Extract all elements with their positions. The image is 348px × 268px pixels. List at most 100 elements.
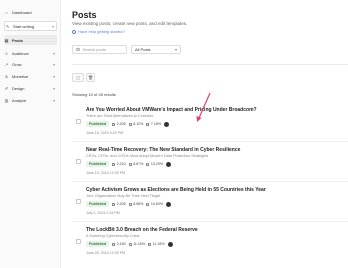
trend-up-icon: ↗ — [4, 61, 9, 67]
row-checkbox[interactable] — [76, 119, 81, 124]
post-stats: Published 2,210 8.87% 13.29% — [86, 161, 172, 167]
post-stats: Published 2,205 8.12% 7.18% — [86, 121, 170, 127]
post-filter-select[interactable]: All Posts ▾ — [131, 45, 181, 54]
recipients-stat: 2,205 — [112, 122, 126, 126]
help-link-label: Have help getting started? — [78, 29, 125, 34]
recipients-stat: 2,205 — [112, 202, 126, 206]
pencil-icon: ✎ — [5, 23, 10, 29]
users-icon — [112, 122, 116, 126]
users-icon — [112, 242, 116, 246]
post-row[interactable]: Near Real-Time Recovery: The New Standar… — [72, 147, 348, 183]
help-link[interactable]: Have help getting started? — [72, 29, 125, 34]
chevron-down-icon: ▾ — [174, 47, 177, 52]
brush-icon: ✐ — [4, 85, 9, 91]
sidebar-item-label: Posts — [12, 37, 23, 43]
post-row[interactable]: Cyber Activism Grows as Elections are Be… — [72, 187, 348, 223]
money-icon: $ — [5, 73, 8, 79]
filter-value: All Posts — [135, 47, 151, 52]
recipients-value: 2,210 — [116, 162, 126, 166]
post-row[interactable]: Are You Worried About VMWare's Impact an… — [72, 107, 348, 143]
click-rate-value: 7.18% — [150, 122, 162, 126]
post-subtitle: Your Organization May Be Their Next Targ… — [86, 194, 161, 198]
status-badge: Published — [86, 201, 110, 207]
chevron-down-icon: ▾ — [52, 73, 55, 79]
post-subtitle: There are Solid Alternatives to Consider — [86, 114, 154, 118]
open-rate-stat: 8.87% — [128, 162, 144, 166]
sidebar-item-audience[interactable]: ☺ Audience ▾ — [4, 48, 57, 58]
mail-open-icon — [128, 162, 132, 166]
click-rate-value: 13.29% — [150, 162, 164, 166]
checkbox-icon: ▢ — [76, 75, 80, 80]
sidebar-item-design[interactable]: ✐ Design ▾ — [4, 83, 57, 93]
divider — [72, 64, 348, 65]
recipients-stat: 2,160 — [112, 242, 126, 246]
help-icon — [72, 29, 76, 34]
status-badge: Published — [86, 121, 110, 127]
post-row[interactable]: The LockBit 3.0 Breach on the Federal Re… — [72, 227, 348, 263]
trash-icon: 🗑 — [87, 75, 94, 80]
author-avatar — [166, 201, 172, 207]
post-stats: Published 2,205 8.98% 10.63% — [86, 201, 172, 207]
mail-open-icon — [128, 242, 132, 246]
author-avatar — [167, 241, 173, 247]
posts-icon: ▤ — [4, 37, 9, 43]
open-rate-stat: 11.16% — [128, 242, 145, 246]
click-rate-value: 10.63% — [150, 202, 164, 206]
start-writing-label: Start writing — [13, 23, 35, 29]
sidebar-item-label: Audience — [12, 50, 29, 56]
sidebar-item-label: Analyze — [12, 97, 27, 103]
post-date: July 2, 2024 2:34 PM — [86, 211, 120, 215]
sidebar-item-posts[interactable]: ▤ Posts — [4, 35, 57, 45]
open-rate-value: 8.12% — [133, 122, 144, 126]
cursor-icon — [146, 162, 150, 166]
recipients-stat: 2,210 — [112, 162, 126, 166]
row-checkbox[interactable] — [76, 239, 81, 244]
post-title[interactable]: Are You Worried About VMWare's Impact an… — [86, 107, 257, 113]
click-rate-stat: 11.16% — [148, 242, 165, 246]
post-date: June 19, 2024 12:00 PM — [86, 171, 126, 175]
post-subtitle: A Sobering Cybersecurity Crisis — [86, 234, 140, 238]
users-icon: ☺ — [4, 50, 9, 56]
sidebar: ⌂ Dashboard ✎ Start writing ▾ ▤ Posts ☺ … — [0, 0, 61, 268]
open-rate-stat: 8.12% — [128, 122, 144, 126]
sidebar-item-analyze[interactable]: ▥ Analyze ▾ — [4, 95, 57, 105]
mail-open-icon — [128, 122, 132, 126]
row-checkbox[interactable] — [76, 199, 81, 204]
page-subtitle: View existing posts, create new posts, a… — [72, 21, 188, 26]
dashboard-label: Dashboard — [12, 9, 32, 15]
click-rate-stat: 7.18% — [146, 122, 161, 126]
search-icon — [76, 47, 80, 52]
sidebar-dashboard[interactable]: ⌂ Dashboard — [4, 7, 57, 17]
chevron-down-icon: ▾ — [52, 85, 55, 91]
author-avatar — [166, 161, 172, 167]
post-title[interactable]: Near Real-Time Recovery: The New Standar… — [86, 147, 240, 153]
post-title[interactable]: Cyber Activism Grows as Elections are Be… — [86, 187, 266, 193]
recipients-value: 2,205 — [116, 122, 126, 126]
start-writing-button[interactable]: ✎ Start writing ▾ — [4, 21, 57, 31]
sidebar-item-grow[interactable]: ↗ Grow ▾ — [4, 59, 57, 69]
post-title[interactable]: The LockBit 3.0 Breach on the Federal Re… — [86, 227, 198, 233]
select-all-button[interactable]: ▢ — [72, 73, 84, 82]
chart-icon: ▥ — [4, 97, 9, 103]
cursor-icon — [146, 122, 150, 126]
click-rate-stat: 13.29% — [146, 162, 163, 166]
click-rate-stat: 10.63% — [146, 202, 163, 206]
row-divider — [72, 221, 348, 222]
cursor-icon — [148, 242, 152, 246]
row-divider — [72, 141, 348, 142]
sidebar-item-monetize[interactable]: $ Monetize ▾ — [4, 71, 57, 81]
row-checkbox[interactable] — [76, 159, 81, 164]
search-input[interactable]: Search posts — [72, 45, 127, 54]
post-date: June 18, 2024 9:20 PM — [86, 131, 124, 135]
open-rate-value: 8.87% — [133, 162, 144, 166]
chevron-down-icon: ▾ — [52, 97, 55, 103]
status-badge: Published — [86, 161, 110, 167]
sidebar-item-label: Monetize — [12, 73, 29, 79]
search-placeholder: Search posts — [82, 47, 106, 52]
sidebar-item-label: Design — [12, 85, 25, 91]
open-rate-stat: 8.98% — [128, 202, 144, 206]
open-rate-value: 8.98% — [133, 202, 144, 206]
page-title: Posts — [72, 10, 97, 20]
delete-button[interactable]: 🗑 — [86, 73, 95, 82]
chevron-down-icon: ▾ — [52, 61, 55, 67]
